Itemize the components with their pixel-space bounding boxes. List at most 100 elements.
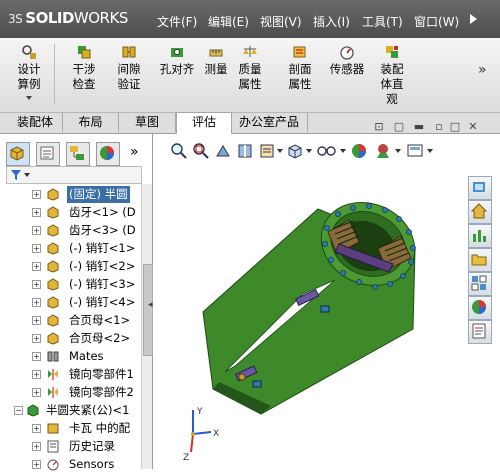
expand-toggle[interactable]: + [32,244,41,253]
clearance-icon [122,46,136,58]
view-restore-icon[interactable]: ▫ [432,121,446,133]
property-manager-icon [40,146,54,160]
task-pane-tabs [468,170,492,370]
menu-overflow-arrow[interactable] [470,14,477,24]
folder-tab[interactable] [468,248,492,272]
property-manager-tab[interactable] [36,142,60,166]
menu-view[interactable]: 视图(V) [260,13,302,31]
tab-sketch[interactable]: 草图 [119,113,176,132]
expand-toggle[interactable]: + [32,208,41,217]
tree-node-label: 合页母<2> [69,331,131,345]
3d-model-view[interactable]: Y X Z [153,134,468,469]
minimize-icon[interactable]: ▬ [412,121,426,133]
configuration-manager-icon [70,146,84,160]
featuremanager-more-button[interactable]: » [130,144,139,160]
axis-y-label: Y [196,407,203,417]
tree-filter[interactable] [6,166,142,184]
hole-alignment-button[interactable]: 孔对齐 [154,44,200,77]
mass-properties-label: 质量属性 [238,62,262,91]
tab-layout[interactable]: 布局 [63,113,119,132]
maximize-icon[interactable]: □ [448,121,462,133]
measure-button[interactable]: 测量 [200,44,232,77]
menu-edit[interactable]: 编辑(E) [208,13,249,31]
appearances-tab[interactable] [468,296,492,320]
assembly-visualization-button[interactable]: 装配体直观 [372,44,412,107]
menu-file[interactable]: 文件(F) [157,13,197,31]
filter-icon [11,170,21,180]
menu-window[interactable]: 窗口(W) [414,13,459,31]
tab-evaluate[interactable]: 评估 [176,112,232,134]
expand-toggle[interactable]: + [32,262,41,271]
solidworks-resources-tab[interactable] [468,176,492,200]
dropdown-arrow-icon[interactable] [26,96,32,100]
part-icon [47,260,59,273]
featuremanager-pane: » + (固定) 半圆 + 齿牙<1> (D + 齿牙<3> (D + (-) 销钉<1… [0,134,153,471]
appearances-icon [472,300,486,314]
interference-icon [78,46,91,59]
display-manager-tab[interactable] [96,142,120,166]
history-icon [47,440,59,453]
expand-toggle[interactable]: + [32,424,41,433]
collapse-toggle[interactable]: − [14,406,23,415]
view-palette-icon [471,275,487,291]
expand-toggle[interactable]: + [32,388,41,397]
interference-check-button[interactable]: 干涉检查 [62,44,106,92]
tree-scrollbar[interactable] [141,184,153,469]
configuration-manager-tab[interactable] [66,142,90,166]
custom-properties-icon [472,323,486,339]
mass-properties-button[interactable]: 质量属性 [236,44,264,92]
sensor-icon [47,459,59,471]
view-palette-tab[interactable] [468,272,492,296]
design-study-label: 设计算例 [17,62,41,91]
expand-toggle[interactable]: + [32,226,41,235]
resources-icon [473,182,485,192]
expand-toggle[interactable]: + [32,334,41,343]
measure-label: 测量 [204,62,228,76]
scrollbar-thumb[interactable] [143,264,153,356]
menu-insert[interactable]: 插入(I) [313,13,350,31]
cylinder-clamp-model[interactable] [202,187,428,415]
expand-toggle[interactable]: + [32,280,41,289]
sensor-button[interactable]: 传感器 [326,44,368,77]
expand-toggle[interactable]: + [32,316,41,325]
featuremanager-tree-tab[interactable] [6,142,30,166]
menu-tools[interactable]: 工具(T) [362,13,403,31]
title-bar: 3S SOLIDWORKS 文件(F) 编辑(E) 视图(V) 插入(I) 工具(… [0,0,500,38]
section-properties-icon [293,46,306,58]
tab-office-products[interactable]: 办公室产品 [231,113,308,132]
filter-dropdown-icon[interactable] [24,173,30,177]
axis-z-label: Z [183,453,189,463]
expand-toggle[interactable]: + [32,352,41,361]
expand-toggle[interactable]: + [32,190,41,199]
tree-node-label: 卡瓦 中的配 [69,421,131,435]
part-icon [47,332,59,345]
hole-alignment-label: 孔对齐 [159,62,195,76]
design-library-tab[interactable] [468,200,492,224]
expand-toggle[interactable]: + [32,370,41,379]
design-study-button[interactable]: 设计算例 [10,44,48,100]
custom-properties-tab[interactable] [468,320,492,344]
tree-node-label: 历史记录 [69,439,115,453]
app-logo: 3S SOLIDWORKS [8,9,128,27]
close-icon[interactable]: ✕ [466,121,480,133]
assembly-visualization-label: 装配体直观 [380,62,404,106]
expand-toggle[interactable]: + [32,298,41,307]
toolbar-more-button[interactable]: » [478,62,487,78]
file-explorer-tab[interactable] [468,224,492,248]
tab-assembly[interactable]: 装配体 [8,113,63,132]
tree-node-label: Mates [69,349,104,363]
section-properties-label: 剖面属性 [288,62,312,91]
expand-toggle[interactable]: + [32,460,41,469]
tile-icon[interactable]: ▢ [392,121,406,133]
section-properties-button[interactable]: 剖面属性 [282,44,318,92]
design-study-icon [22,45,36,59]
tree-node-label: (-) 销钉<1> [69,241,136,255]
assembly-visualization-icon [386,46,398,58]
sensor-gauge-icon [340,46,354,60]
part-icon [47,278,59,291]
graphics-area[interactable]: Y X Z [153,134,468,469]
clearance-verification-button[interactable]: 间隙验证 [108,44,150,92]
restore-view-icon[interactable]: ⊡ [372,121,386,133]
expand-toggle[interactable]: + [32,442,41,451]
pane-collapse-handle[interactable]: ◂ [148,300,153,310]
